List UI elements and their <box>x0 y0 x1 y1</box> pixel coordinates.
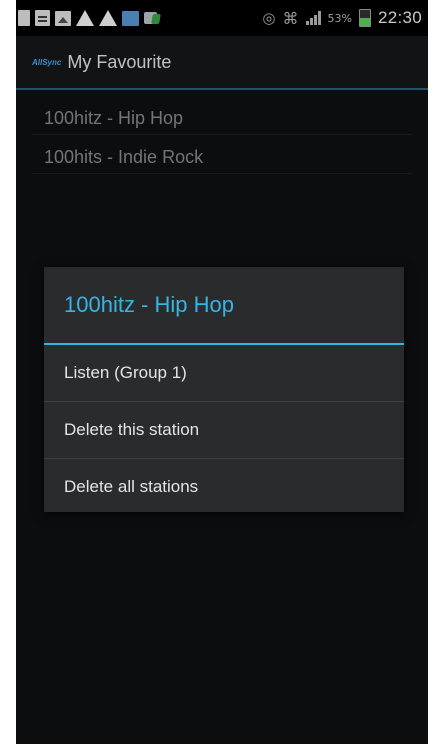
battery-percent: 53% <box>327 11 352 25</box>
sync-icon <box>144 10 161 26</box>
signal-icon <box>305 11 321 25</box>
delete-station-button[interactable]: Delete this station <box>44 402 404 459</box>
warning-icon <box>99 10 117 26</box>
app-logo[interactable]: AllSync <box>32 58 61 67</box>
page-title: My Favourite <box>67 51 172 72</box>
app-notification-icon <box>18 10 30 26</box>
context-menu-dialog: 100hitz - Hip Hop Listen (Group 1) Delet… <box>44 267 404 512</box>
action-bar: AllSync My Favourite <box>16 36 428 90</box>
phone-screen: ◎ ⌘ 53% 22:30 AllSync My Favourite 100hi… <box>16 0 428 744</box>
eye-icon: ◎ <box>262 9 276 27</box>
clock: 22:30 <box>377 8 422 27</box>
system-icons: ◎ ⌘ 53% 22:30 <box>262 0 422 36</box>
battery-level <box>359 17 370 26</box>
wifi-icon: ⌘ <box>282 8 299 28</box>
dialog-title: 100hitz - Hip Hop <box>44 267 404 345</box>
status-bar: ◎ ⌘ 53% 22:30 <box>16 0 428 36</box>
battery-icon <box>358 9 371 27</box>
image-icon <box>55 10 71 26</box>
delete-all-stations-button[interactable]: Delete all stations <box>44 459 404 515</box>
warning-icon <box>76 10 94 26</box>
picture-icon <box>122 10 139 26</box>
listen-button[interactable]: Listen (Group 1) <box>44 345 404 402</box>
document-icon <box>35 10 50 26</box>
notification-icons <box>16 10 161 26</box>
